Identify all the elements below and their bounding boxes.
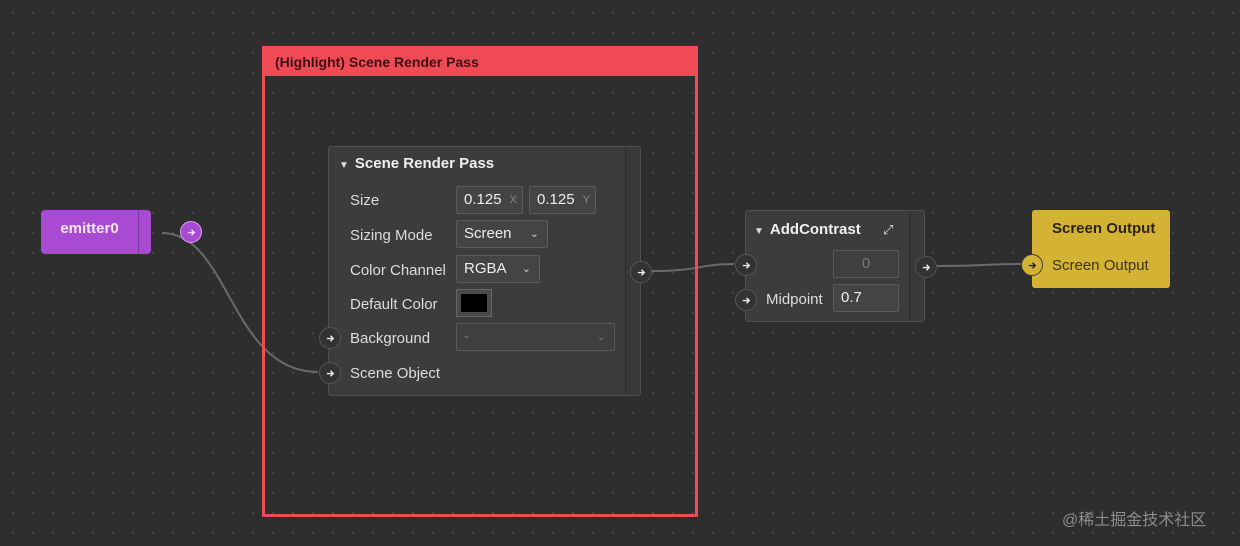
expand-icon[interactable]: ⤢	[883, 222, 893, 238]
arrow-right-icon	[326, 334, 334, 342]
add-contrast-title[interactable]: ▼ AddContrast	[754, 221, 861, 238]
scene-object-label: Scene Object	[350, 365, 441, 382]
collapse-triangle-icon[interactable]: ▼	[339, 160, 349, 171]
background-label: Background	[350, 330, 431, 347]
chevron-down-icon: ⌄	[596, 331, 606, 343]
arrow-right-icon	[637, 268, 645, 276]
chevron-down-icon: ⌄	[521, 263, 531, 275]
size-y-value: 0.125	[537, 191, 575, 208]
scene-render-pass-title-text: Scene Render Pass	[354, 155, 495, 172]
midpoint-input-port[interactable]	[735, 289, 757, 311]
color-channel-label: Color Channel	[350, 262, 446, 279]
arrow-right-icon	[742, 261, 750, 269]
screen-output-input-label: Screen Output	[1052, 257, 1149, 274]
midpoint-input[interactable]: 0.7	[833, 284, 899, 312]
background-value: -	[464, 328, 469, 345]
watermark: @稀土掘金技术社区	[1062, 512, 1207, 529]
emitter-divider	[138, 210, 139, 254]
default-color-swatch[interactable]	[456, 289, 492, 317]
size-y-input[interactable]: 0.125 Y	[529, 186, 596, 214]
arrow-right-icon	[187, 228, 195, 236]
background-select[interactable]: - ⌄	[456, 323, 615, 351]
arrow-right-icon	[922, 263, 930, 271]
group-title: (Highlight) Scene Render Pass	[265, 49, 695, 76]
add-contrast-node[interactable]: ▼ AddContrast ⤢ 0 Midpoint 0.7	[735, 210, 937, 322]
midpoint-label: Midpoint	[766, 291, 823, 308]
arrow-right-icon	[742, 296, 750, 304]
color-channel-value: RGBA	[464, 260, 507, 277]
sizing-mode-select[interactable]: Screen ⌄	[456, 220, 548, 248]
scene-render-pass-title[interactable]: ▼ Scene Render Pass	[339, 155, 494, 172]
default-color-fill	[461, 294, 487, 312]
size-x-input[interactable]: 0.125 X	[456, 186, 523, 214]
sizing-mode-label: Sizing Mode	[350, 227, 433, 244]
screen-output-input-port[interactable]	[1021, 254, 1043, 276]
scene-object-input-port[interactable]	[319, 362, 341, 384]
background-input-port[interactable]	[319, 327, 341, 349]
wire-addcontrast-to-screen-output	[936, 263, 1022, 267]
size-x-value: 0.125	[464, 191, 502, 208]
size-y-suffix: Y	[582, 194, 590, 206]
scene-render-pass-output-port[interactable]	[630, 261, 652, 283]
color-channel-select[interactable]: RGBA ⌄	[456, 255, 540, 283]
size-label: Size	[350, 192, 380, 209]
arrow-right-icon	[1028, 261, 1036, 269]
default-color-label: Default Color	[350, 296, 438, 313]
emitter-title: emitter0	[60, 220, 119, 237]
sizing-mode-value: Screen	[464, 225, 512, 242]
emitter-output-port[interactable]	[180, 221, 202, 243]
add-contrast-input-port[interactable]	[735, 254, 757, 276]
chevron-down-icon: ⌄	[529, 228, 539, 240]
screen-output-title: Screen Output	[1052, 220, 1156, 237]
scene-render-pass-node[interactable]: ▼ Scene Render Pass Size 0.125 X 0.125 Y …	[319, 146, 652, 396]
collapse-triangle-icon[interactable]: ▼	[754, 226, 764, 237]
add-contrast-output-port[interactable]	[915, 256, 937, 278]
screen-output-node[interactable]: Screen Output Screen Output	[1021, 210, 1170, 288]
add-contrast-title-text: AddContrast	[769, 221, 861, 238]
add-contrast-input-value[interactable]: 0	[833, 250, 899, 278]
size-x-suffix: X	[509, 194, 517, 206]
emitter-node[interactable]: emitter0	[41, 210, 202, 254]
arrow-right-icon	[326, 369, 334, 377]
